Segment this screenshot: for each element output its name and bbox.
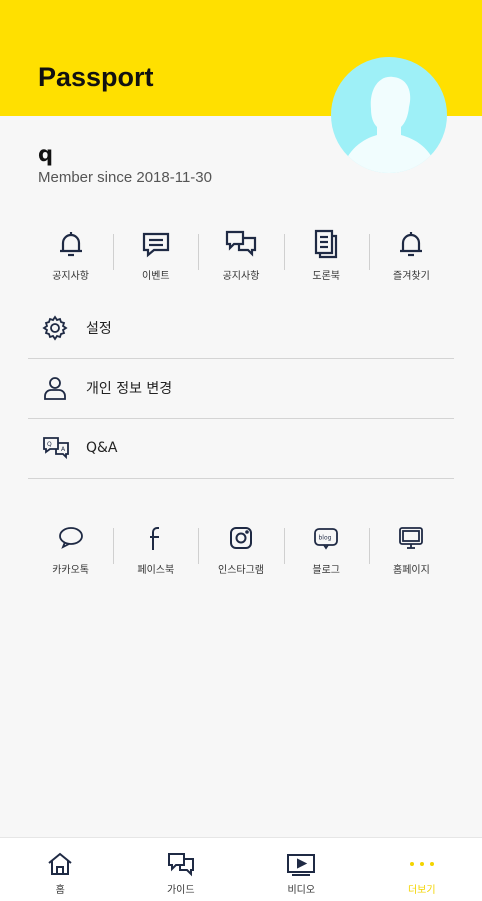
tab-label: 더보기 xyxy=(408,881,436,896)
social-label: 페이스북 xyxy=(137,561,174,576)
home-icon xyxy=(46,850,74,878)
tab-guide[interactable]: 가이드 xyxy=(121,838,242,901)
tab-label: 가이드 xyxy=(167,881,195,896)
menu-label: Q&A xyxy=(86,440,118,456)
shortcut-notice-2[interactable]: 공지사항 xyxy=(198,226,283,294)
monitor-icon xyxy=(393,520,429,556)
menu-profile-edit[interactable]: 개인 정보 변경 xyxy=(28,358,454,419)
user-silhouette-icon xyxy=(331,57,447,173)
shortcut-book[interactable]: 도론북 xyxy=(284,226,369,294)
shortcut-label: 즐겨찾기 xyxy=(393,267,430,282)
svg-text:Q: Q xyxy=(47,441,52,448)
svg-text:blog: blog xyxy=(319,535,332,542)
bell-icon xyxy=(393,226,429,262)
social-row: 카카오톡 페이스북 인스타그램 blog 블로그 xyxy=(28,520,454,588)
menu-label: 설정 xyxy=(86,318,112,338)
menu-settings[interactable]: 설정 xyxy=(28,298,454,359)
facebook-icon xyxy=(138,520,174,556)
social-kakaotalk[interactable]: 카카오톡 xyxy=(28,520,113,588)
shortcut-favorites[interactable]: 즐겨찾기 xyxy=(369,226,454,294)
social-instagram[interactable]: 인스타그램 xyxy=(198,520,283,588)
tab-more[interactable]: 더보기 xyxy=(362,838,482,901)
tab-video[interactable]: 비디오 xyxy=(241,838,362,901)
shortcut-notice[interactable]: 공지사항 xyxy=(28,226,113,294)
shortcut-event[interactable]: 이벤트 xyxy=(113,226,198,294)
instagram-icon xyxy=(223,520,259,556)
page-title: Passport xyxy=(38,62,154,93)
guide-icon xyxy=(166,850,196,878)
person-icon xyxy=(42,375,82,401)
tab-home[interactable]: 홈 xyxy=(0,838,121,901)
svg-text:A: A xyxy=(61,446,66,453)
social-label: 홈페이지 xyxy=(393,561,430,576)
chat-bubble-icon xyxy=(138,226,174,262)
social-homepage[interactable]: 홈페이지 xyxy=(369,520,454,588)
document-icon xyxy=(308,226,344,262)
video-icon xyxy=(286,850,316,878)
shortcut-label: 공지사항 xyxy=(223,267,260,282)
avatar[interactable] xyxy=(331,57,447,173)
member-since: Member since 2018-11-30 xyxy=(38,169,212,186)
shortcut-label: 이벤트 xyxy=(142,267,170,282)
shortcut-row: 공지사항 이벤트 공지사항 도론북 즐겨찾기 xyxy=(28,226,454,294)
shortcut-label: 도론북 xyxy=(312,267,340,282)
social-label: 블로그 xyxy=(312,561,340,576)
bottom-tab-bar: 홈 가이드 비디오 더보기 xyxy=(0,837,482,901)
blog-icon: blog xyxy=(308,520,344,556)
kakaotalk-icon xyxy=(53,520,89,556)
qa-icon: Q A xyxy=(42,435,82,461)
menu-label: 개인 정보 변경 xyxy=(86,378,172,398)
social-label: 카카오톡 xyxy=(52,561,89,576)
profile-name: q xyxy=(38,142,53,166)
tab-label: 홈 xyxy=(56,881,65,896)
social-label: 인스타그램 xyxy=(218,561,264,576)
bell-icon xyxy=(53,226,89,262)
social-blog[interactable]: blog 블로그 xyxy=(284,520,369,588)
double-chat-icon xyxy=(223,226,259,262)
social-facebook[interactable]: 페이스북 xyxy=(113,520,198,588)
tab-label: 비디오 xyxy=(287,881,315,896)
more-icon xyxy=(410,850,434,878)
gear-icon xyxy=(42,315,82,341)
shortcut-label: 공지사항 xyxy=(52,267,89,282)
menu-qa[interactable]: Q A Q&A xyxy=(28,418,454,479)
